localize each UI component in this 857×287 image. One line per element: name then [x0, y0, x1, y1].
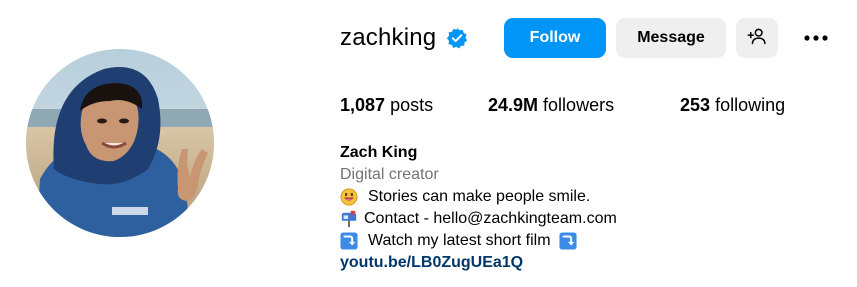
following-count-value: 253	[680, 95, 711, 115]
profile-header: zachking	[340, 18, 468, 58]
mailbox-icon	[340, 210, 358, 228]
suggested-accounts-button[interactable]	[736, 18, 778, 58]
right-arrow-curving-down-icon	[559, 232, 577, 250]
bio-category: Digital creator	[340, 166, 439, 183]
bio-full-name: Zach King	[340, 144, 418, 161]
more-horizontal-icon	[803, 29, 829, 47]
bio-external-link[interactable]: youtu.be/LB0ZugUEa1Q	[340, 252, 523, 274]
add-person-icon	[747, 26, 767, 51]
posts-count-value: 1,087	[340, 95, 386, 115]
following-count-label: following	[715, 95, 786, 115]
profile-bio: Zach King Digital creator Stories can ma…	[340, 142, 617, 274]
message-button[interactable]: Message	[616, 18, 726, 58]
verified-badge-icon	[446, 27, 468, 49]
bio-line-2-text: Contact - hello@zachkingteam.com	[364, 210, 617, 227]
grinning-face-icon	[340, 188, 358, 206]
followers-link[interactable]: 24.9M followers	[488, 93, 614, 117]
bio-line-1: Stories can make people smile.	[340, 186, 617, 208]
profile-avatar[interactable]	[26, 49, 214, 237]
bio-line-3: Watch my latest short film	[340, 230, 617, 252]
more-options-button[interactable]	[796, 18, 836, 58]
right-arrow-curving-down-icon	[340, 232, 358, 250]
follow-button[interactable]: Follow	[504, 18, 606, 58]
followers-count-label: followers	[543, 95, 615, 115]
avatar-image	[26, 49, 214, 237]
bio-line-1-text: Stories can make people smile.	[368, 188, 591, 205]
bio-link-row: youtu.be/LB0ZugUEa1Q	[340, 252, 617, 274]
bio-line-3-text: Watch my latest short film	[368, 232, 551, 249]
bio-line-2: Contact - hello@zachkingteam.com	[340, 208, 617, 230]
posts-count-label: posts	[390, 95, 434, 115]
posts-count[interactable]: 1,087 posts	[340, 93, 433, 117]
profile-username: zachking	[340, 24, 437, 51]
followers-count-value: 24.9M	[488, 95, 539, 115]
following-link[interactable]: 253 following	[680, 93, 785, 117]
